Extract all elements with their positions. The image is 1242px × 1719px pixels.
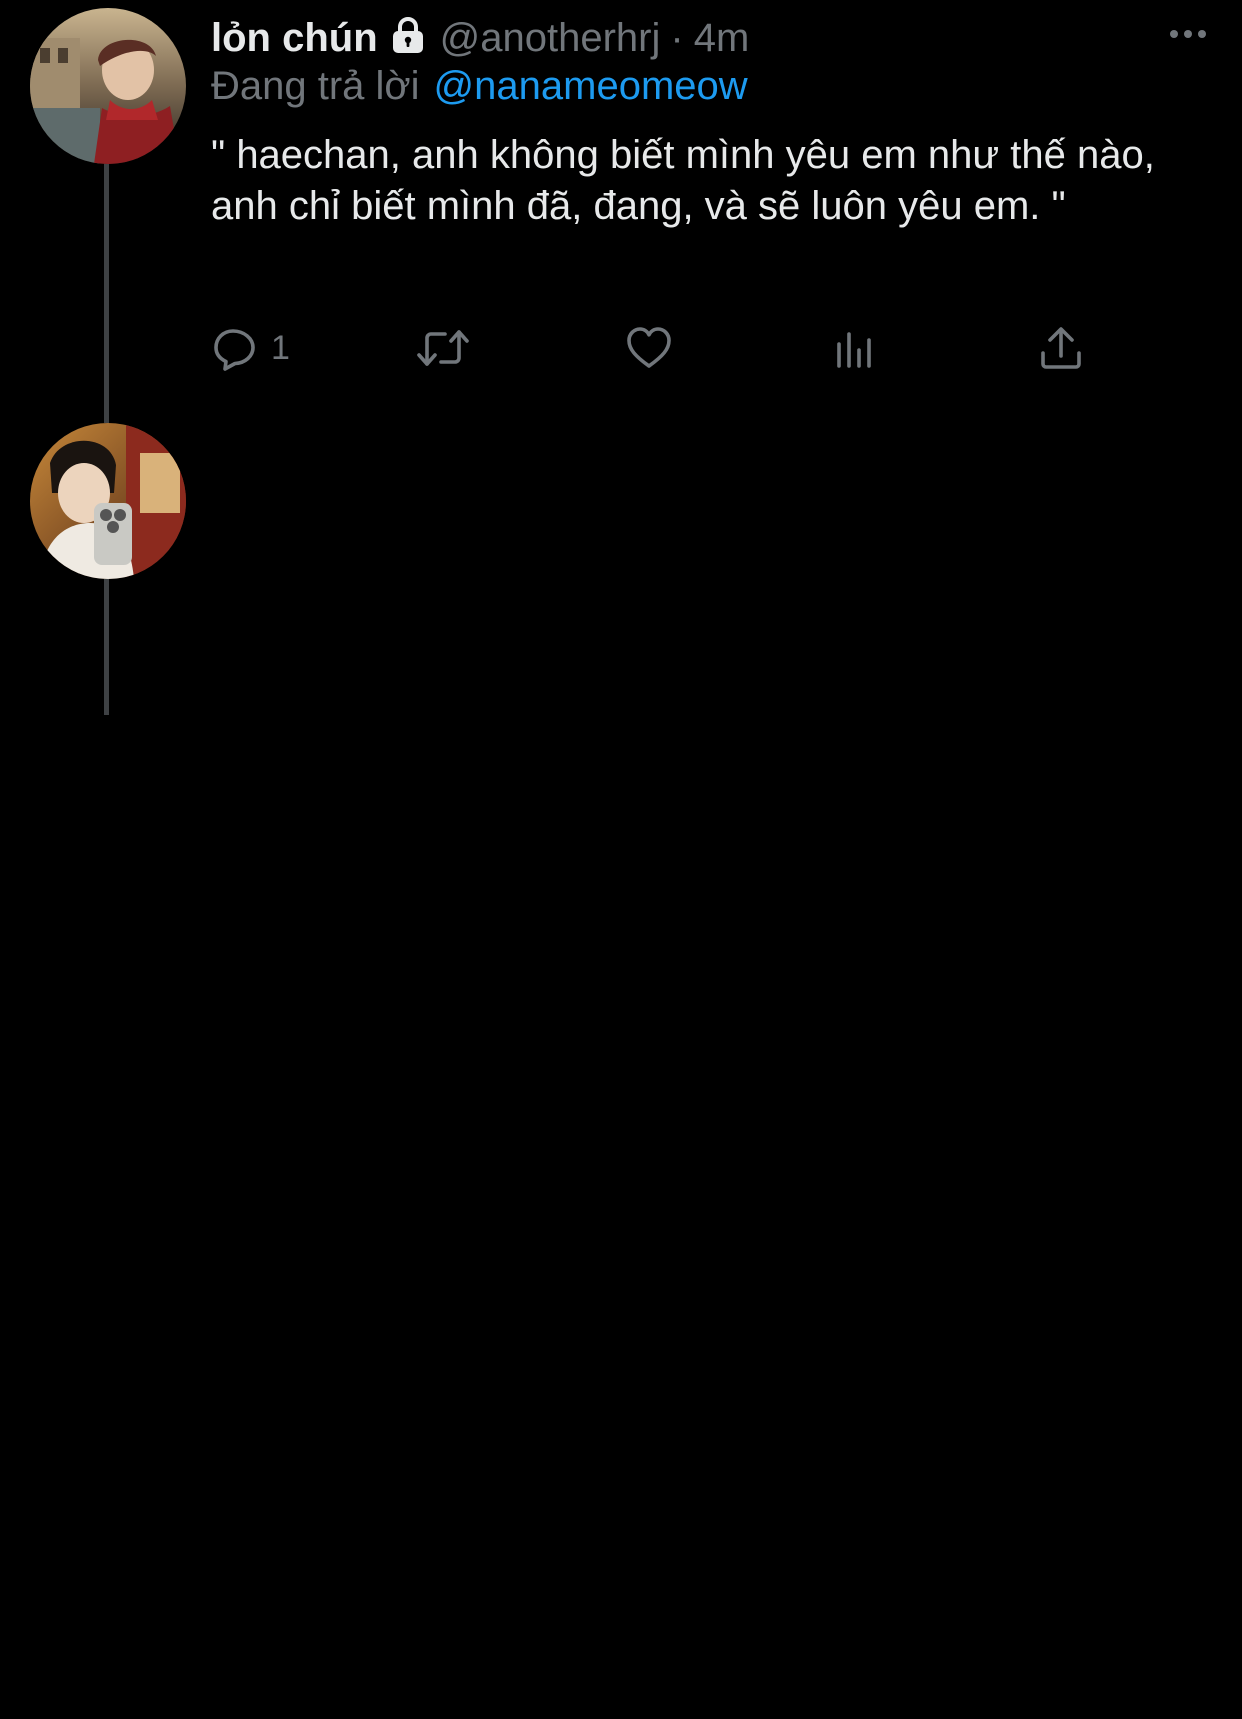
reply-context: Đang trả lời @nanameomeow [211, 62, 748, 110]
separator-dot: · [670, 16, 684, 60]
tweet-thread-feed: lỏn chún @anotherhrj · 4m Đang trả lời @nana… [0, 0, 1242, 1719]
heart-icon [625, 324, 673, 372]
views-button[interactable] [831, 323, 879, 373]
share-upload-icon [1037, 324, 1085, 372]
thread-connector-line [104, 405, 109, 423]
tweet-actions: 1 [211, 323, 1111, 373]
bar-chart-icon [831, 324, 879, 372]
lock-icon [388, 15, 428, 55]
retweet-button[interactable] [415, 323, 471, 373]
reply-count: 1 [271, 328, 290, 367]
avatar[interactable] [30, 8, 186, 164]
thread-connector-line [104, 565, 109, 715]
thread-connector-line [104, 160, 109, 405]
avatar-photo [30, 423, 186, 579]
avatar-photo [30, 8, 186, 164]
tweet-1[interactable]: lỏn chún @anotherhrj · 4m Đang trả lời @nana… [0, 0, 1242, 405]
reply-target-link[interactable]: @nanameomeow [434, 64, 748, 108]
avatar[interactable] [30, 423, 186, 579]
reply-prefix: Đang trả lời [211, 64, 420, 108]
tweet-2[interactable] [0, 405, 1242, 715]
tweet-text: " haechan, anh không biết mình yêu em nh… [211, 133, 1155, 228]
more-dots-icon[interactable] [1168, 24, 1208, 44]
speech-bubble-icon [211, 324, 259, 372]
display-name[interactable]: lỏn chún [211, 16, 378, 60]
retweet-icon [415, 324, 471, 372]
tweet-header: lỏn chún @anotherhrj · 4m [211, 14, 1142, 62]
share-button[interactable] [1037, 323, 1085, 373]
user-handle[interactable]: @anotherhrj [440, 16, 661, 60]
like-button[interactable] [625, 323, 673, 373]
reply-button[interactable]: 1 [211, 323, 290, 373]
timestamp[interactable]: 4m [694, 16, 750, 60]
